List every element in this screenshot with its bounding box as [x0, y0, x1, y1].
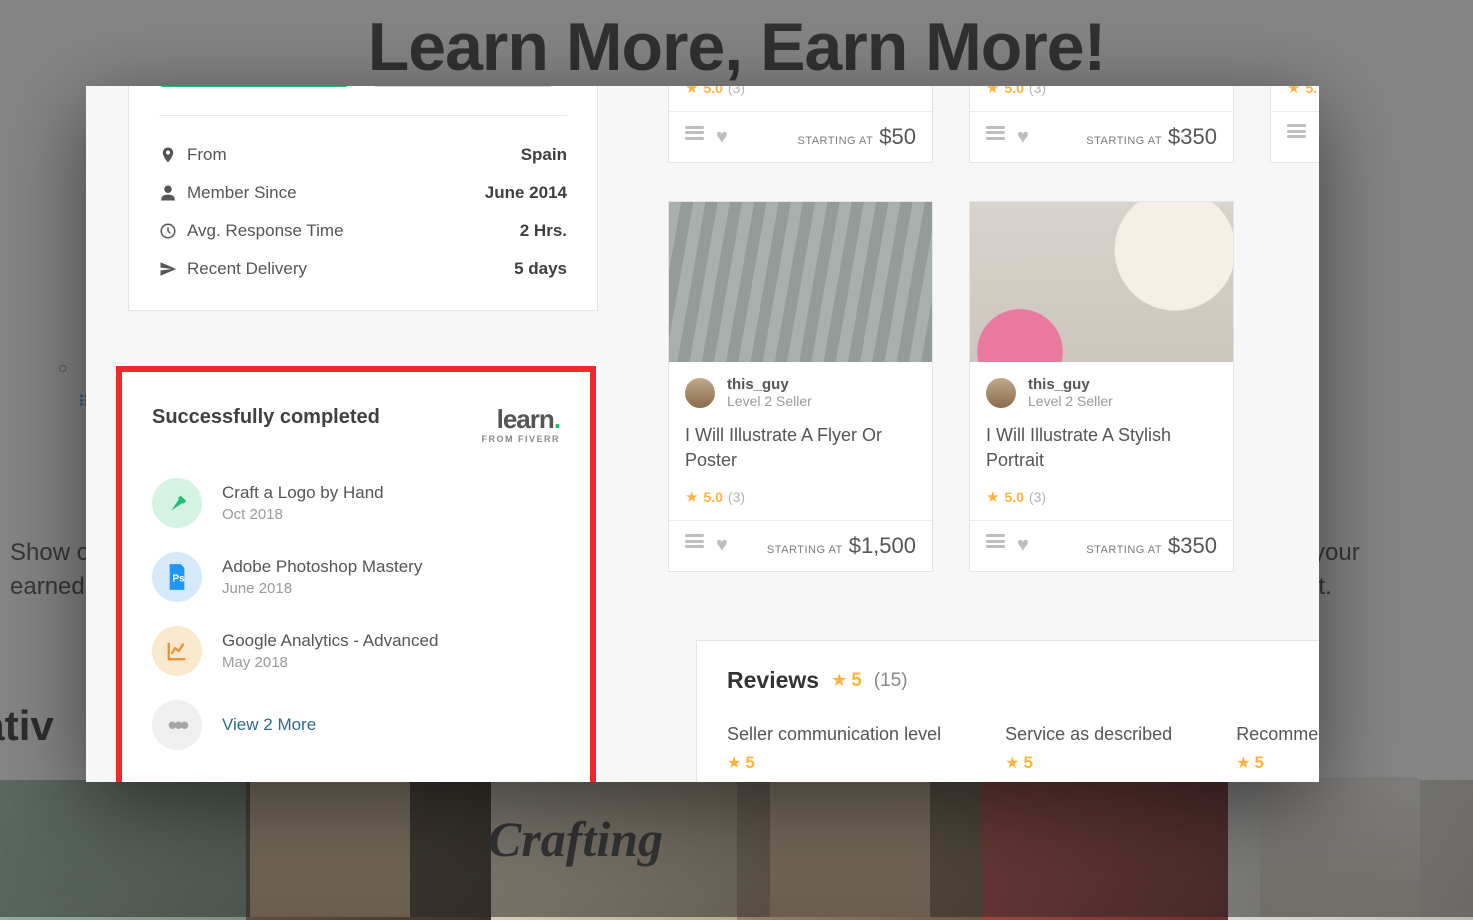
learn-heading: Successfully completed [152, 406, 380, 429]
reviews-title: Reviews [727, 667, 819, 694]
person-avatar [1260, 777, 1420, 917]
star-icon: ★ [685, 488, 698, 506]
gig-card[interactable]: Feminine Logo ★5.0(3) ♥ STARTING AT$50 [668, 86, 933, 163]
photoshop-icon: Ps [152, 552, 202, 602]
person-avatar [770, 777, 930, 917]
chart-icon [152, 626, 202, 676]
info-row-from: From Spain [159, 136, 567, 174]
heart-icon[interactable]: ♥ [716, 534, 728, 557]
user-icon [159, 184, 187, 202]
info-row-response: Avg. Response Time 2 Hrs. [159, 212, 567, 250]
review-metric: Seller communication level ★5 [727, 724, 941, 773]
menu-icon[interactable] [685, 126, 704, 140]
heart-icon[interactable]: ♥ [1017, 126, 1029, 149]
star-icon: ★ [1005, 753, 1019, 773]
profile-info-list: From Spain Member Since June 2014 Avg. R… [159, 116, 567, 288]
heart-icon[interactable]: ♥ [716, 126, 728, 149]
gig-card[interactable]: this_guyLevel 2 Seller I Will Illustrate… [969, 201, 1234, 572]
learn-item: Google Analytics - AdvancedMay 2018 [152, 614, 560, 688]
thumbnail-strip [0, 780, 1473, 920]
custom-order-button[interactable]: Custom Order [373, 86, 553, 87]
contact-me-button[interactable]: Contact Me [159, 86, 349, 87]
menu-icon[interactable] [1287, 124, 1306, 138]
more-icon: ••• [152, 700, 202, 750]
heart-icon[interactable]: ♥ [1017, 534, 1029, 557]
hero-title: Learn More, Earn More! [0, 8, 1473, 86]
menu-icon[interactable] [986, 534, 1005, 548]
star-icon: ★ [727, 753, 741, 773]
gig-title: I Will Illustrate A Flyer Or Poster [669, 415, 932, 486]
review-metric: Recommend ★5 [1236, 724, 1319, 773]
learn-section-highlight: Successfully completed learn. FROM FIVER… [116, 366, 596, 782]
star-icon: ★ [986, 86, 999, 97]
star-icon: ★ [831, 670, 847, 690]
gig-title: I Will Illustrate A Stylish Portrait [970, 415, 1233, 486]
learn-item: Ps Adobe Photoshop MasteryJune 2018 [152, 540, 560, 614]
crafting-title: Crafting [488, 810, 663, 868]
bullet-icon: ○ [58, 360, 68, 378]
info-row-member: Member Since June 2014 [159, 174, 567, 212]
gig-thumbnail [970, 202, 1233, 362]
star-icon: ★ [1236, 753, 1250, 773]
gig-card[interactable]: this_guyLevel 2 Seller I Will Illustrate… [668, 201, 933, 572]
menu-icon[interactable] [986, 126, 1005, 140]
gig-card[interactable]: This ★5. [1270, 86, 1319, 163]
badge-tagline-right: e your set. [1293, 536, 1473, 603]
star-icon: ★ [986, 488, 999, 506]
learn-item-more: ••• View 2 More [152, 688, 560, 762]
star-icon: ★ [685, 86, 698, 97]
location-pin-icon [159, 146, 187, 164]
send-icon [159, 260, 187, 278]
seller-avatar [685, 378, 715, 408]
creative-heading: eativ [0, 702, 54, 750]
gigs-area: Feminine Logo ★5.0(3) ♥ STARTING AT$50 L… [668, 86, 1319, 610]
star-icon: ★ [1287, 86, 1300, 97]
svg-text:Ps: Ps [172, 574, 185, 585]
profile-modal: Contact Me Custom Order From Spain Membe… [86, 86, 1319, 782]
clock-icon [159, 222, 187, 240]
gig-card[interactable]: Logo ★5.0(3) ♥ STARTING AT$350 [969, 86, 1234, 163]
pen-nib-icon [152, 478, 202, 528]
seller-avatar [986, 378, 1016, 408]
profile-card: Contact Me Custom Order From Spain Membe… [128, 86, 598, 311]
reviews-section: Reviews ★5 (15) Mo Seller communication … [696, 640, 1319, 782]
review-metric: Service as described ★5 [1005, 724, 1172, 773]
gig-thumbnail [669, 202, 932, 362]
view-more-link[interactable]: View 2 More [222, 715, 316, 735]
learn-item: Craft a Logo by HandOct 2018 [152, 466, 560, 540]
learn-logo: learn. FROM FIVERR [482, 406, 561, 444]
menu-icon[interactable] [685, 534, 704, 548]
info-row-delivery: Recent Delivery 5 days [159, 250, 567, 288]
person-avatar [250, 777, 410, 917]
